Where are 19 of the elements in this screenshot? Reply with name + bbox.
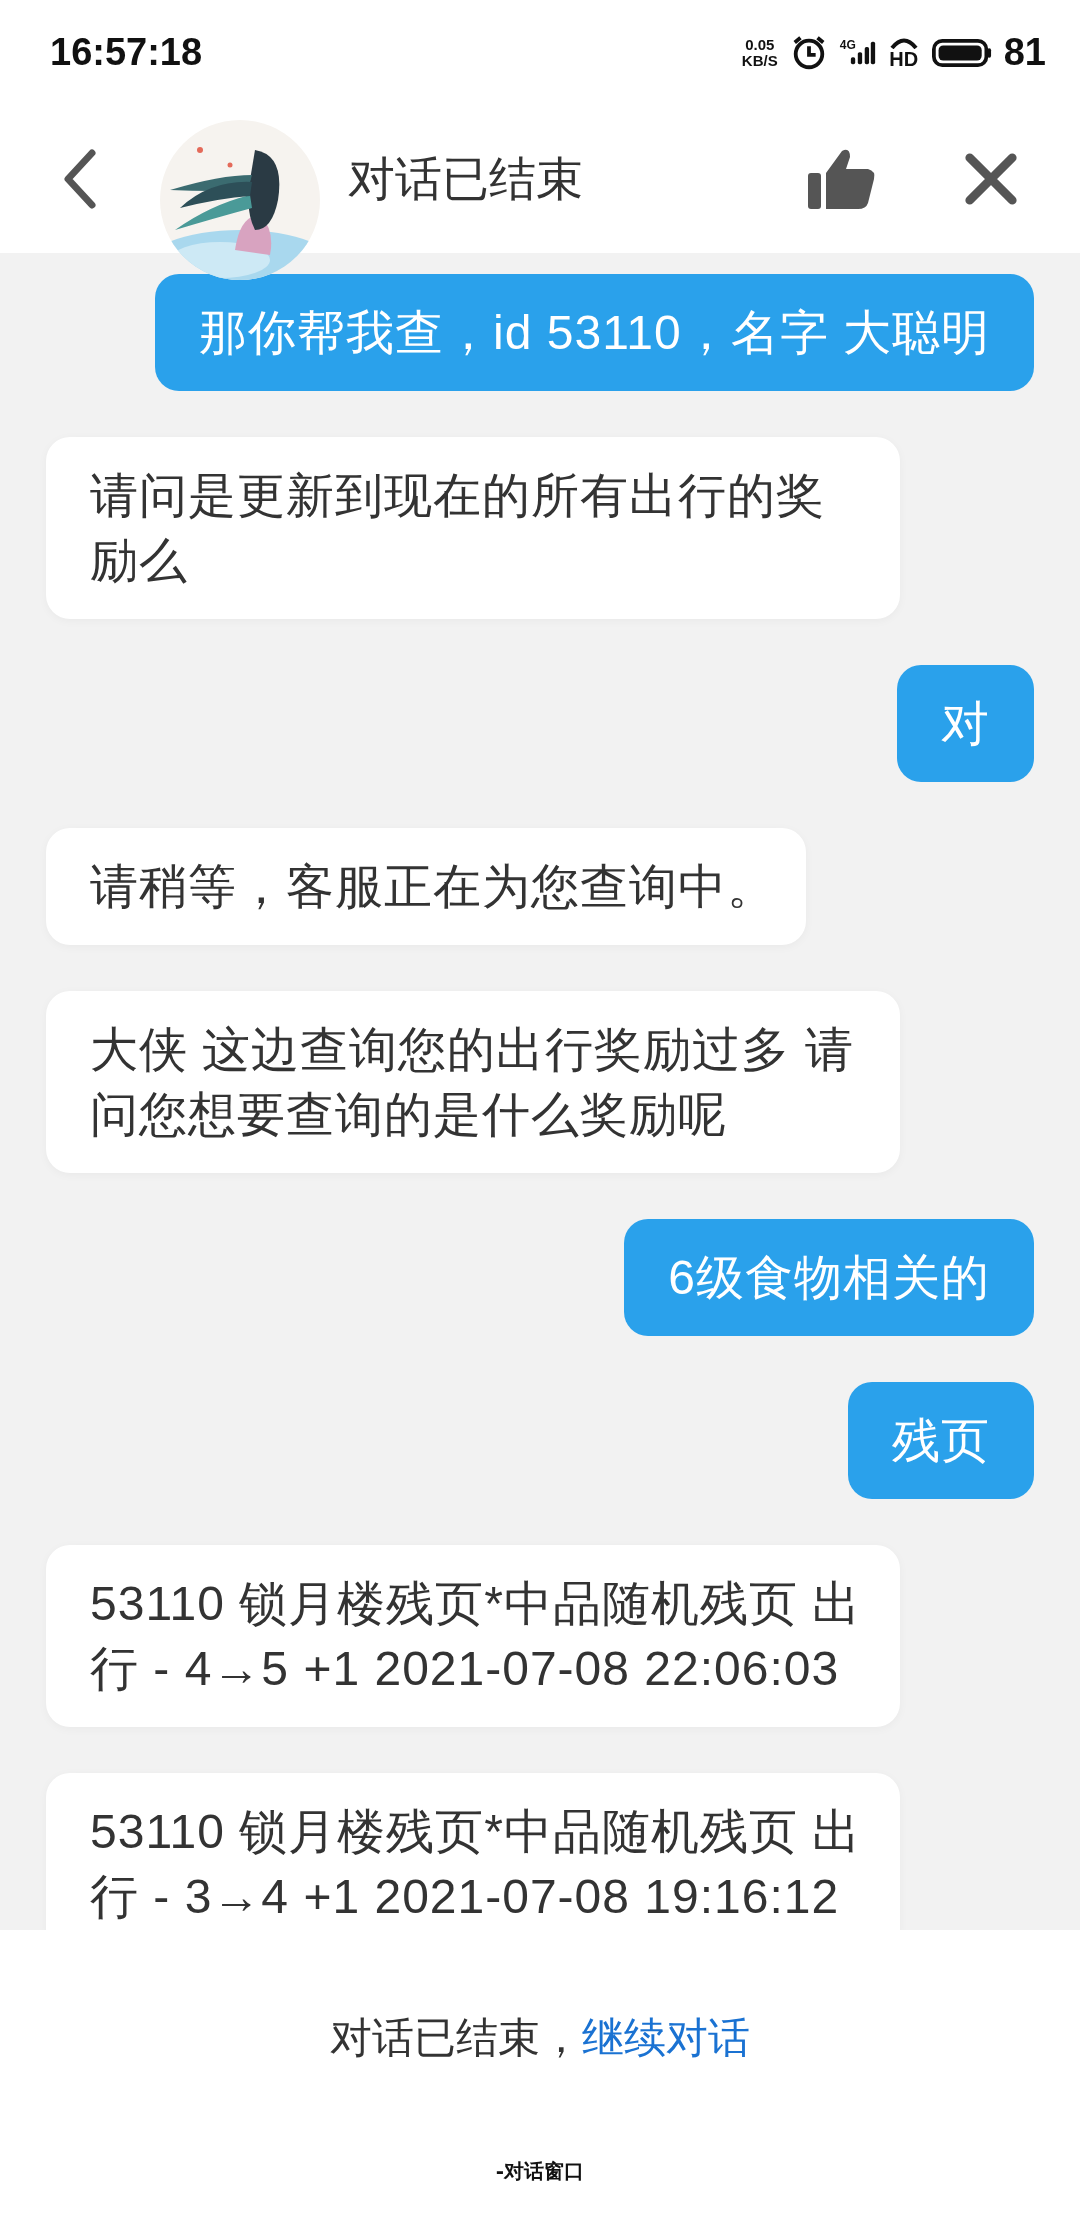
received-message: 53110 锁月楼残页*中品随机残页 出行 - 3→4 +1 2021-07-08 19:16:12: [46, 1773, 900, 1930]
battery-level: 81: [1003, 31, 1046, 74]
network-speed: 0.05 KB/S: [741, 36, 778, 69]
continue-chat-link[interactable]: 继续对话: [582, 2010, 750, 2066]
received-message: 大侠 这边查询您的出行奖励过多 请问您想要查询的是什么奖励呢: [46, 991, 900, 1173]
status-time: 16:57:18: [50, 31, 203, 74]
sent-message: 对: [897, 665, 1034, 782]
ended-notice: 对话已结束，: [330, 2012, 582, 2064]
received-message: 请问是更新到现在的所有出行的奖励么: [46, 437, 900, 619]
thumbs-up-icon[interactable]: [806, 147, 876, 211]
close-icon[interactable]: [962, 150, 1020, 208]
battery-icon: [931, 37, 992, 68]
sent-message: 残页: [848, 1382, 1034, 1499]
sent-message: 6级食物相关的: [624, 1219, 1034, 1336]
received-message: 53110 锁月楼残页*中品随机残页 出行 - 4→5 +1 2021-07-08 22:06:03: [46, 1545, 900, 1727]
chat-title: 对话已结束: [348, 149, 584, 208]
window-caption: -对话窗口: [495, 2158, 585, 2185]
received-message: 请稍等，客服正在为您查询中。: [46, 828, 806, 945]
sent-message: 那你帮我查，id 53110，名字 大聪明: [155, 274, 1034, 391]
